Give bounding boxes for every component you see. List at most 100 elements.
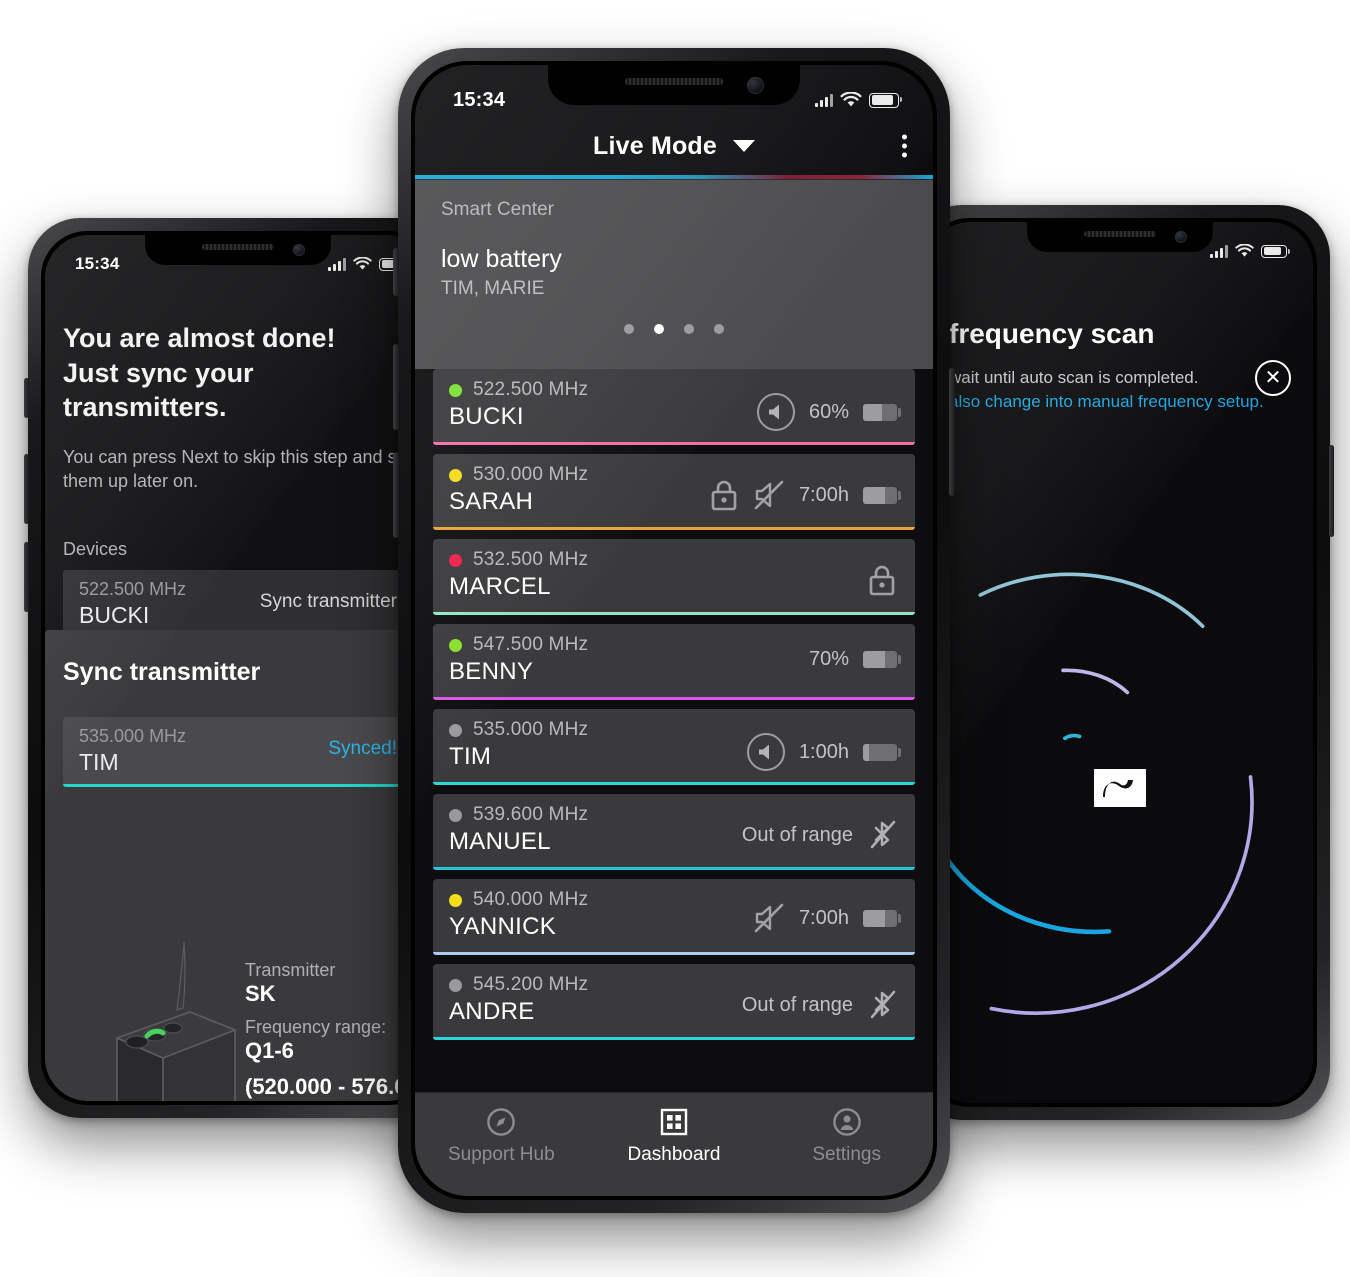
device-identity: 535.000 MHz TIM: [449, 719, 588, 771]
carousel-pagination[interactable]: [441, 324, 907, 334]
speaker-circle-icon[interactable]: [756, 393, 795, 431]
speaker-circle-icon[interactable]: [746, 733, 785, 771]
tab-label: Dashboard: [627, 1144, 721, 1165]
right-phone-power-button[interactable]: [1329, 445, 1334, 537]
cellular-signal-icon: [1210, 244, 1228, 258]
screenshot-root: 15:34 You are almost done! Just sync you…: [0, 0, 1350, 1277]
device-row[interactable]: 540.000 MHz YANNICK 7:00h: [433, 879, 915, 955]
left-device-freq: 522.500 MHz: [79, 579, 187, 600]
device-battery-icon: [863, 909, 901, 927]
device-row[interactable]: 522.500 MHz BUCKI 60%: [433, 369, 915, 445]
center-phone-volume-down[interactable]: [393, 452, 399, 538]
device-name: YANNICK: [449, 913, 557, 940]
device-frequency: 522.500 MHz: [473, 379, 589, 400]
page-dot-2-active[interactable]: [654, 324, 664, 334]
wifi-icon: [840, 92, 862, 107]
device-battery-value: 1:00h: [798, 740, 849, 763]
bluetooth-off-icon[interactable]: [867, 988, 897, 1022]
frequency-scan-animation: [927, 508, 1313, 1068]
device-row[interactable]: 530.000 MHz SARAH 7:00h: [433, 454, 915, 530]
tab-settings[interactable]: Settings: [761, 1107, 932, 1166]
device-frequency-line: 532.500 MHz: [449, 549, 588, 571]
device-battery-icon: [863, 486, 901, 504]
center-phone-mute-button[interactable]: [393, 248, 399, 296]
mode-title[interactable]: Live Mode: [593, 132, 717, 161]
tab-dashboard[interactable]: Dashboard: [589, 1107, 760, 1166]
device-frequency: 535.000 MHz: [473, 719, 589, 740]
device-status-dot: [449, 723, 462, 737]
device-battery-icon: [863, 403, 901, 421]
close-icon[interactable]: ✕: [1255, 360, 1291, 396]
left-heading-line2: Just sync your transmitters.: [63, 357, 254, 423]
device-frequency-line: 539.600 MHz: [449, 804, 588, 826]
bluetooth-off-icon[interactable]: [867, 818, 897, 852]
device-row[interactable]: 539.600 MHz MANUEL Out of range: [433, 794, 915, 870]
device-name: BUCKI: [449, 403, 524, 430]
chevron-down-icon[interactable]: [733, 140, 756, 152]
left-phone-mute-button[interactable]: [24, 378, 29, 418]
device-identity: 545.200 MHz ANDRE: [449, 974, 588, 1026]
left-phone-volume-up[interactable]: [24, 454, 29, 524]
mute-icon[interactable]: [753, 480, 785, 510]
device-identity: 539.600 MHz MANUEL: [449, 804, 588, 856]
sheet-device-name: TIM: [79, 749, 119, 775]
right-info-line-2[interactable]: also change into manual frequency setup.: [949, 392, 1291, 412]
device-status-area: 7:00h: [753, 889, 901, 933]
device-status-dot: [449, 808, 462, 822]
center-phone-volume-up[interactable]: [393, 344, 399, 430]
device-color-underline: [433, 782, 915, 785]
mute-icon[interactable]: [753, 903, 785, 933]
device-frequency-line: 547.500 MHz: [449, 634, 588, 656]
device-status-dot: [449, 893, 462, 907]
device-row[interactable]: 532.500 MHz MARCEL: [433, 539, 915, 615]
kebab-menu-icon[interactable]: [902, 134, 907, 158]
front-camera-icon: [747, 77, 764, 94]
app-bar: Live Mode: [415, 117, 933, 175]
device-color-underline: [433, 952, 915, 955]
device-row[interactable]: 545.200 MHz ANDRE Out of range: [433, 964, 915, 1040]
sheet-title: Sync transmitter: [63, 658, 261, 686]
device-frequency: 539.600 MHz: [473, 804, 589, 825]
page-dot-1[interactable]: [624, 324, 634, 334]
device-identity: 532.500 MHz MARCEL: [449, 549, 588, 601]
device-battery-value: 70%: [808, 648, 849, 670]
lock-icon[interactable]: [867, 563, 897, 597]
smart-center-card[interactable]: Smart Center low battery TIM, MARIE: [415, 179, 933, 369]
device-status-area: [867, 549, 897, 597]
page-dot-4[interactable]: [714, 324, 724, 334]
device-row[interactable]: 547.500 MHz BENNY 70%: [433, 624, 915, 700]
device-frequency-line: 535.000 MHz: [449, 719, 588, 741]
device-status-area: 1:00h: [746, 719, 901, 771]
lock-icon[interactable]: [709, 478, 739, 512]
device-name: MANUEL: [449, 828, 551, 855]
center-status-icons: [815, 92, 903, 108]
device-status-dot: [449, 383, 462, 397]
front-camera-icon: [1175, 231, 1187, 243]
page-dot-3[interactable]: [684, 324, 694, 334]
earpiece-speaker-icon: [202, 244, 274, 250]
accent-divider: [415, 175, 933, 179]
sheet-device-row[interactable]: 535.000 MHz TIM Synced!: [63, 717, 413, 787]
battery-icon: [869, 92, 903, 108]
right-phone-content: ✕ frequency scan wait until auto scan is…: [927, 318, 1313, 1103]
center-phone-screen: 15:34 Live Mode Smart Center low battery…: [415, 65, 933, 1196]
wifi-icon: [1235, 244, 1254, 257]
device-frequency-line: 545.200 MHz: [449, 974, 588, 996]
left-section-label: Devices: [63, 539, 128, 560]
sheet-device-underline: [63, 784, 413, 787]
device-frequency: 547.500 MHz: [473, 634, 589, 655]
left-phone-volume-down[interactable]: [24, 542, 29, 612]
device-frequency-line: 522.500 MHz: [449, 379, 588, 401]
device-row[interactable]: 535.000 MHz TIM 1:00h: [433, 709, 915, 785]
device-frequency: 530.000 MHz: [473, 464, 589, 485]
left-phone-notch: [145, 235, 331, 265]
right-phone-device: ✕ frequency scan wait until auto scan is…: [910, 205, 1334, 1120]
left-device-action[interactable]: Sync transmitter: [260, 579, 397, 613]
tab-support-hub[interactable]: Support Hub: [416, 1107, 587, 1166]
device-frequency: 540.000 MHz: [473, 889, 589, 910]
device-status-area: 7:00h: [709, 464, 901, 512]
grid-icon: [660, 1108, 688, 1136]
right-phone-screen: ✕ frequency scan wait until auto scan is…: [927, 222, 1313, 1103]
center-phone-power-button[interactable]: [949, 368, 955, 496]
speaker-glyph: [769, 404, 780, 420]
